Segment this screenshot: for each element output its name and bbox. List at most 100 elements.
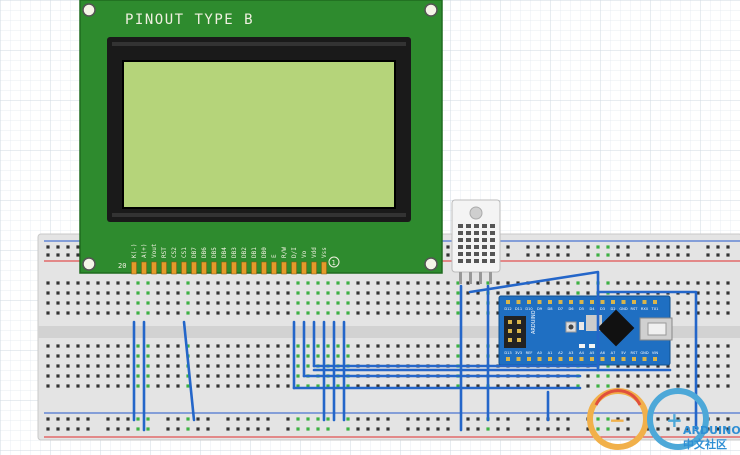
arduino-pin[interactable] <box>632 300 636 304</box>
breadboard-hole[interactable] <box>236 374 240 378</box>
breadboard-hole[interactable] <box>176 384 180 388</box>
breadboard-hole[interactable] <box>96 291 100 295</box>
breadboard-hole[interactable] <box>256 281 260 285</box>
breadboard-hole[interactable] <box>56 291 60 295</box>
breadboard-hole[interactable] <box>86 301 90 305</box>
breadboard-hole[interactable] <box>256 427 260 431</box>
lcd-pin[interactable] <box>261 261 267 275</box>
breadboard-hole[interactable] <box>596 245 600 249</box>
breadboard-hole[interactable] <box>46 291 50 295</box>
breadboard-hole[interactable] <box>106 291 110 295</box>
breadboard-hole[interactable] <box>256 311 260 315</box>
arduino-pin[interactable] <box>548 357 552 361</box>
breadboard-hole[interactable] <box>226 344 230 348</box>
breadboard-hole[interactable] <box>166 311 170 315</box>
breadboard-hole[interactable] <box>146 384 150 388</box>
breadboard-hole[interactable] <box>226 311 230 315</box>
breadboard-hole[interactable] <box>506 245 510 249</box>
breadboard-hole[interactable] <box>536 245 540 249</box>
breadboard-hole[interactable] <box>426 344 430 348</box>
breadboard-hole[interactable] <box>126 291 130 295</box>
breadboard-hole[interactable] <box>686 374 690 378</box>
lcd-pin[interactable] <box>281 261 287 275</box>
breadboard-hole[interactable] <box>526 427 530 431</box>
breadboard-hole[interactable] <box>516 291 520 295</box>
breadboard-hole[interactable] <box>106 374 110 378</box>
breadboard-hole[interactable] <box>106 301 110 305</box>
breadboard-hole[interactable] <box>716 253 720 257</box>
breadboard-hole[interactable] <box>186 311 190 315</box>
breadboard-hole[interactable] <box>156 301 160 305</box>
breadboard-hole[interactable] <box>246 281 250 285</box>
breadboard-hole[interactable] <box>56 364 60 368</box>
breadboard-hole[interactable] <box>196 301 200 305</box>
breadboard-hole[interactable] <box>406 291 410 295</box>
breadboard-hole[interactable] <box>386 344 390 348</box>
breadboard-hole[interactable] <box>436 311 440 315</box>
breadboard-hole[interactable] <box>366 301 370 305</box>
breadboard-hole[interactable] <box>56 311 60 315</box>
breadboard-hole[interactable] <box>296 344 300 348</box>
breadboard-hole[interactable] <box>226 354 230 358</box>
breadboard-hole[interactable] <box>86 311 90 315</box>
breadboard-hole[interactable] <box>206 311 210 315</box>
breadboard-hole[interactable] <box>686 311 690 315</box>
breadboard-hole[interactable] <box>436 281 440 285</box>
breadboard-hole[interactable] <box>76 427 80 431</box>
breadboard-hole[interactable] <box>166 417 170 421</box>
breadboard-hole[interactable] <box>286 417 290 421</box>
breadboard-hole[interactable] <box>66 291 70 295</box>
breadboard-hole[interactable] <box>256 291 260 295</box>
breadboard-hole[interactable] <box>46 253 50 257</box>
breadboard-hole[interactable] <box>466 354 470 358</box>
breadboard-hole[interactable] <box>256 301 260 305</box>
breadboard-hole[interactable] <box>626 374 630 378</box>
breadboard-hole[interactable] <box>266 374 270 378</box>
arduino-pin[interactable] <box>632 357 636 361</box>
breadboard-hole[interactable] <box>456 344 460 348</box>
breadboard-hole[interactable] <box>136 281 140 285</box>
arduino-pin[interactable] <box>621 357 626 361</box>
breadboard-hole[interactable] <box>286 364 290 368</box>
breadboard-hole[interactable] <box>636 374 640 378</box>
breadboard-hole[interactable] <box>436 301 440 305</box>
breadboard-hole[interactable] <box>246 427 250 431</box>
breadboard-hole[interactable] <box>466 344 470 348</box>
breadboard-hole[interactable] <box>726 364 730 368</box>
breadboard-hole[interactable] <box>156 344 160 348</box>
breadboard-hole[interactable] <box>106 344 110 348</box>
breadboard-hole[interactable] <box>656 384 660 388</box>
breadboard-hole[interactable] <box>226 374 230 378</box>
breadboard-hole[interactable] <box>386 354 390 358</box>
lcd-pin[interactable] <box>271 261 277 275</box>
breadboard-hole[interactable] <box>326 291 330 295</box>
breadboard-hole[interactable] <box>596 374 600 378</box>
breadboard-hole[interactable] <box>146 427 150 431</box>
arduino-pin[interactable] <box>569 357 573 361</box>
breadboard-hole[interactable] <box>316 291 320 295</box>
breadboard-hole[interactable] <box>716 344 720 348</box>
breadboard-hole[interactable] <box>136 344 140 348</box>
breadboard-hole[interactable] <box>96 301 100 305</box>
breadboard-hole[interactable] <box>66 427 70 431</box>
breadboard-hole[interactable] <box>256 417 260 421</box>
breadboard-hole[interactable] <box>376 354 380 358</box>
breadboard-hole[interactable] <box>646 281 650 285</box>
breadboard-hole[interactable] <box>126 354 130 358</box>
breadboard-hole[interactable] <box>46 344 50 348</box>
breadboard-hole[interactable] <box>76 384 80 388</box>
breadboard-hole[interactable] <box>166 301 170 305</box>
breadboard-hole[interactable] <box>276 374 280 378</box>
breadboard-hole[interactable] <box>726 291 730 295</box>
breadboard-hole[interactable] <box>176 374 180 378</box>
breadboard-hole[interactable] <box>406 354 410 358</box>
breadboard-hole[interactable] <box>116 281 120 285</box>
breadboard-hole[interactable] <box>116 384 120 388</box>
breadboard-hole[interactable] <box>456 291 460 295</box>
lcd-pin[interactable] <box>171 261 177 275</box>
breadboard-hole[interactable] <box>316 344 320 348</box>
breadboard-hole[interactable] <box>156 291 160 295</box>
breadboard-hole[interactable] <box>356 291 360 295</box>
breadboard-hole[interactable] <box>176 291 180 295</box>
arduino-pin[interactable] <box>527 357 531 361</box>
